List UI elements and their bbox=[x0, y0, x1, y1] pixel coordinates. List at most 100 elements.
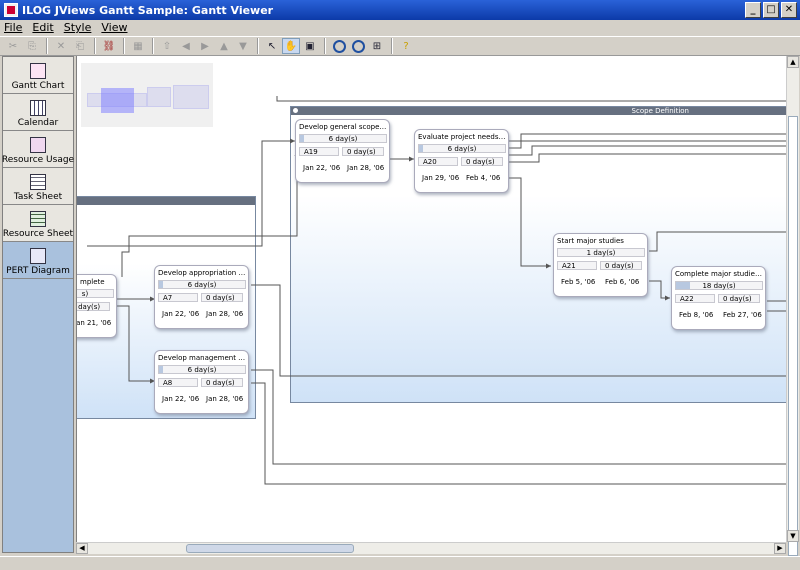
task-duration: 6 day(s) bbox=[158, 365, 246, 374]
pert-node-a7[interactable]: Develop appropriation strategy 6 day(s) … bbox=[154, 265, 249, 329]
task-duration: 1 day(s) bbox=[557, 248, 645, 257]
menu-view[interactable]: View bbox=[101, 21, 127, 34]
task-slack: r day(s) bbox=[77, 302, 110, 311]
select-icon[interactable]: ↖ bbox=[263, 38, 281, 54]
task-duration: 18 day(s) bbox=[675, 281, 763, 290]
task-duration: 6 day(s) bbox=[158, 280, 246, 289]
status-bar bbox=[0, 556, 800, 570]
pert-node-a19[interactable]: Develop general scope for pr... 6 day(s)… bbox=[295, 119, 390, 183]
task-slack: 0 day(s) bbox=[718, 294, 760, 303]
link-icon[interactable]: ⛓ bbox=[100, 38, 118, 54]
task-duration: 6 day(s) bbox=[418, 144, 506, 153]
toolbar: ✂ ⎘ ✕ ⎗ ⛓ ▦ ⇧ ◀ ▶ ▲ ▼ ↖ ✋ ▣ ⊞ ? bbox=[0, 36, 800, 56]
zoom-in-icon[interactable] bbox=[330, 38, 348, 54]
window-title: ILOG JViews Gantt Sample: Gantt Viewer bbox=[22, 3, 274, 17]
task-title: Develop management model ... bbox=[158, 354, 246, 362]
scroll-left-icon[interactable]: ◀ bbox=[76, 543, 88, 554]
task-title: Develop appropriation strategy bbox=[158, 269, 246, 277]
menu-edit[interactable]: Edit bbox=[32, 21, 53, 34]
task-end: Feb 6, '06 bbox=[605, 278, 640, 286]
sidebar-item-resource-usage[interactable]: Resource Usage bbox=[1, 131, 75, 168]
sidebar-item-label: Gantt Chart bbox=[11, 81, 65, 91]
cut-icon[interactable]: ✂ bbox=[4, 38, 22, 54]
paste-icon[interactable]: ⎗ bbox=[71, 38, 89, 54]
pert-node-a20[interactable]: Evaluate project needs, deve... 6 day(s)… bbox=[414, 129, 509, 193]
unlink-icon[interactable]: ▦ bbox=[129, 38, 147, 54]
task-start: Jan 22, '06 bbox=[162, 395, 200, 403]
move-left-icon[interactable]: ◀ bbox=[177, 38, 195, 54]
task-end: Jan 21, '06 bbox=[76, 319, 112, 327]
zoom-out-icon[interactable] bbox=[349, 38, 367, 54]
task-title: Complete major studies and ... bbox=[675, 270, 763, 278]
task-end: Feb 4, '06 bbox=[466, 174, 501, 182]
menu-style[interactable]: Style bbox=[64, 21, 92, 34]
task-end: Feb 27, '06 bbox=[723, 311, 762, 319]
sidebar-item-gantt-chart[interactable]: Gantt Chart bbox=[3, 57, 73, 94]
pert-node-a21[interactable]: Start major studies 1 day(s) A21 0 day(s… bbox=[553, 233, 648, 297]
task-sheet-icon bbox=[30, 174, 46, 190]
gantt-chart-icon bbox=[30, 63, 46, 79]
task-slack: 0 day(s) bbox=[342, 147, 384, 156]
pert-node-a22[interactable]: Complete major studies and ... 18 day(s)… bbox=[671, 266, 766, 330]
scroll-up-icon[interactable]: ▲ bbox=[787, 56, 799, 68]
sidebar-item-resource-sheet[interactable]: Resource Sheet bbox=[3, 205, 73, 242]
app-icon bbox=[4, 3, 18, 17]
menubar: File Edit Style View bbox=[0, 20, 800, 35]
sidebar-item-calendar[interactable]: Calendar bbox=[3, 94, 73, 131]
resource-sheet-icon bbox=[30, 211, 46, 227]
task-id: A8 bbox=[158, 378, 198, 387]
menu-file[interactable]: File bbox=[4, 21, 22, 34]
task-id: A22 bbox=[675, 294, 715, 303]
pert-node-a8[interactable]: Develop management model ... 6 day(s) A8… bbox=[154, 350, 249, 414]
sidebar-item-label: Task Sheet bbox=[13, 192, 63, 202]
task-start: Jan 22, '06 bbox=[303, 164, 341, 172]
task-slack: 0 day(s) bbox=[201, 293, 243, 302]
view-sidebar: Gantt Chart Calendar Resource Usage Task… bbox=[2, 56, 74, 553]
window-titlebar: ILOG JViews Gantt Sample: Gantt Viewer _… bbox=[0, 0, 800, 20]
sidebar-item-pert-diagram[interactable]: PERT Diagram bbox=[3, 242, 73, 279]
indent-icon[interactable]: ▲ bbox=[215, 38, 233, 54]
task-slack: 0 day(s) bbox=[600, 261, 642, 270]
move-right-icon[interactable]: ▶ bbox=[196, 38, 214, 54]
close-button[interactable]: ✕ bbox=[781, 2, 797, 18]
sidebar-item-task-sheet[interactable]: Task Sheet bbox=[3, 168, 73, 205]
horizontal-scrollbar[interactable]: ◀ ▶ bbox=[76, 542, 786, 554]
resource-usage-icon bbox=[30, 137, 46, 153]
vertical-scrollbar[interactable]: ▲ ▼ bbox=[786, 56, 799, 556]
task-end: Jan 28, '06 bbox=[206, 395, 244, 403]
horizontal-scroll-thumb[interactable] bbox=[186, 544, 354, 553]
scroll-right-icon[interactable]: ▶ bbox=[774, 543, 786, 554]
task-title: Start major studies bbox=[557, 237, 624, 245]
task-id: A19 bbox=[299, 147, 339, 156]
move-up-icon[interactable]: ⇧ bbox=[158, 38, 176, 54]
task-id: A21 bbox=[557, 261, 597, 270]
minimize-button[interactable]: _ bbox=[745, 2, 761, 18]
calendar-icon bbox=[30, 100, 46, 116]
scroll-down-icon[interactable]: ▼ bbox=[787, 530, 799, 542]
maximize-button[interactable]: □ bbox=[763, 2, 779, 18]
task-slack: 0 day(s) bbox=[201, 378, 243, 387]
pert-diagram-icon bbox=[30, 248, 46, 264]
help-icon[interactable]: ? bbox=[397, 38, 415, 54]
overview-icon[interactable]: ▣ bbox=[301, 38, 319, 54]
task-slack: 0 day(s) bbox=[461, 157, 503, 166]
task-id: A20 bbox=[418, 157, 458, 166]
pan-icon[interactable]: ✋ bbox=[282, 38, 300, 54]
task-duration: 6 day(s) bbox=[299, 134, 387, 143]
task-end: Jan 28, '06 bbox=[347, 164, 385, 172]
sidebar-item-label: Calendar bbox=[17, 118, 59, 128]
pert-canvas[interactable]: Scope Definition mplete s) day(s) Jan 21… bbox=[76, 56, 786, 542]
fit-icon[interactable]: ⊞ bbox=[368, 38, 386, 54]
outdent-icon[interactable]: ▼ bbox=[234, 38, 252, 54]
task-duration: s) bbox=[77, 289, 114, 298]
task-end: Jan 28, '06 bbox=[206, 310, 244, 318]
delete-icon[interactable]: ✕ bbox=[52, 38, 70, 54]
task-start: Jan 29, '06 bbox=[422, 174, 460, 182]
pert-node-partial[interactable]: mplete s) r day(s) Jan 21, '06 bbox=[76, 274, 117, 338]
task-title: Develop general scope for pr... bbox=[299, 123, 387, 131]
copy-icon[interactable]: ⎘ bbox=[23, 38, 41, 54]
sidebar-item-label: PERT Diagram bbox=[6, 266, 70, 276]
task-start: Feb 8, '06 bbox=[679, 311, 714, 319]
sidebar-item-label: Resource Usage bbox=[1, 155, 75, 165]
vertical-scroll-thumb[interactable] bbox=[788, 116, 798, 556]
